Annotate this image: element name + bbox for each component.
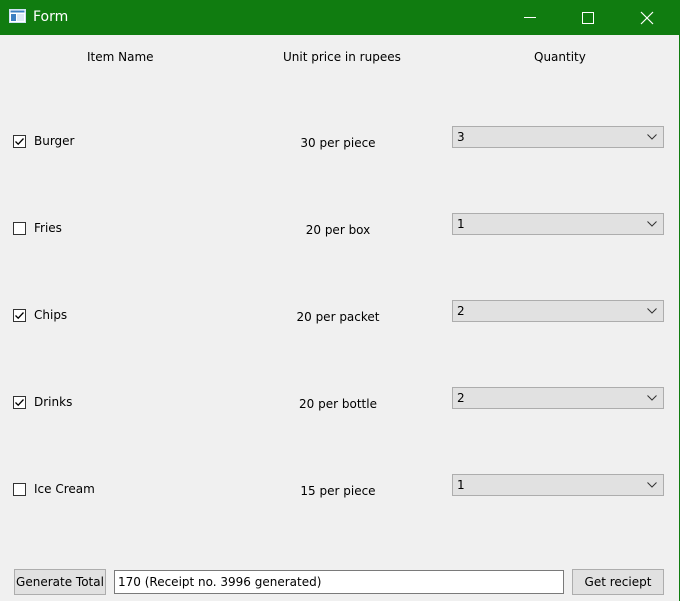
item-row-chips: Chips 20 per packet 2	[0, 300, 680, 329]
item-row-drinks: Drinks 20 per bottle 2	[0, 387, 680, 416]
maximize-icon	[582, 12, 594, 24]
item-price-chips: 20 per packet	[296, 310, 380, 324]
quantity-value-ice-cream: 1	[457, 478, 465, 492]
close-button[interactable]	[618, 0, 676, 35]
app-icon	[9, 9, 26, 23]
checkmark-icon	[15, 138, 24, 146]
quantity-select-chips[interactable]: 2	[452, 300, 664, 322]
chevron-down-icon	[647, 395, 657, 401]
item-name-ice-cream: Ice Cream	[34, 482, 95, 496]
checkmark-icon	[15, 399, 24, 407]
generate-total-button[interactable]: Generate Total	[14, 569, 106, 595]
checkbox-chips[interactable]	[13, 309, 26, 322]
total-output-field[interactable]	[114, 570, 564, 594]
form-window: Form Item Name Unit price in rupees Quan…	[0, 0, 680, 601]
quantity-select-burger[interactable]: 3	[452, 126, 664, 148]
checkmark-icon	[15, 312, 24, 320]
quantity-select-ice-cream[interactable]: 1	[452, 474, 664, 496]
item-price-burger: 30 per piece	[300, 136, 376, 150]
quantity-value-chips: 2	[457, 304, 465, 318]
checkbox-drinks[interactable]	[13, 396, 26, 409]
minimize-icon	[524, 17, 536, 18]
item-price-fries: 20 per box	[305, 223, 371, 237]
chevron-down-icon	[647, 134, 657, 140]
item-row-fries: Fries 20 per box 1	[0, 213, 680, 242]
item-name-burger: Burger	[34, 134, 75, 148]
header-unit-price: Unit price in rupees	[283, 50, 401, 64]
quantity-select-drinks[interactable]: 2	[452, 387, 664, 409]
quantity-value-burger: 3	[457, 130, 465, 144]
title-bar[interactable]: Form	[0, 0, 680, 35]
item-row-ice-cream: Ice Cream 15 per piece 1	[0, 474, 680, 503]
checkbox-ice-cream[interactable]	[13, 483, 26, 496]
quantity-value-drinks: 2	[457, 391, 465, 405]
item-price-drinks: 20 per bottle	[299, 397, 377, 411]
checkbox-burger[interactable]	[13, 135, 26, 148]
maximize-button[interactable]	[559, 0, 617, 35]
item-row-burger: Burger 30 per piece 3	[0, 126, 680, 155]
window-title: Form	[33, 9, 69, 25]
chevron-down-icon	[647, 308, 657, 314]
quantity-select-fries[interactable]: 1	[452, 213, 664, 235]
item-name-fries: Fries	[34, 221, 62, 235]
item-price-ice-cream: 15 per piece	[300, 484, 376, 498]
item-name-drinks: Drinks	[34, 395, 73, 409]
get-receipt-button[interactable]: Get reciept	[572, 569, 664, 595]
minimize-button[interactable]	[501, 0, 559, 35]
chevron-down-icon	[647, 221, 657, 227]
chevron-down-icon	[647, 482, 657, 488]
quantity-value-fries: 1	[457, 217, 465, 231]
close-icon	[640, 11, 654, 25]
checkbox-fries[interactable]	[13, 222, 26, 235]
header-quantity: Quantity	[534, 50, 586, 64]
header-item-name: Item Name	[87, 50, 154, 64]
item-name-chips: Chips	[34, 308, 68, 322]
